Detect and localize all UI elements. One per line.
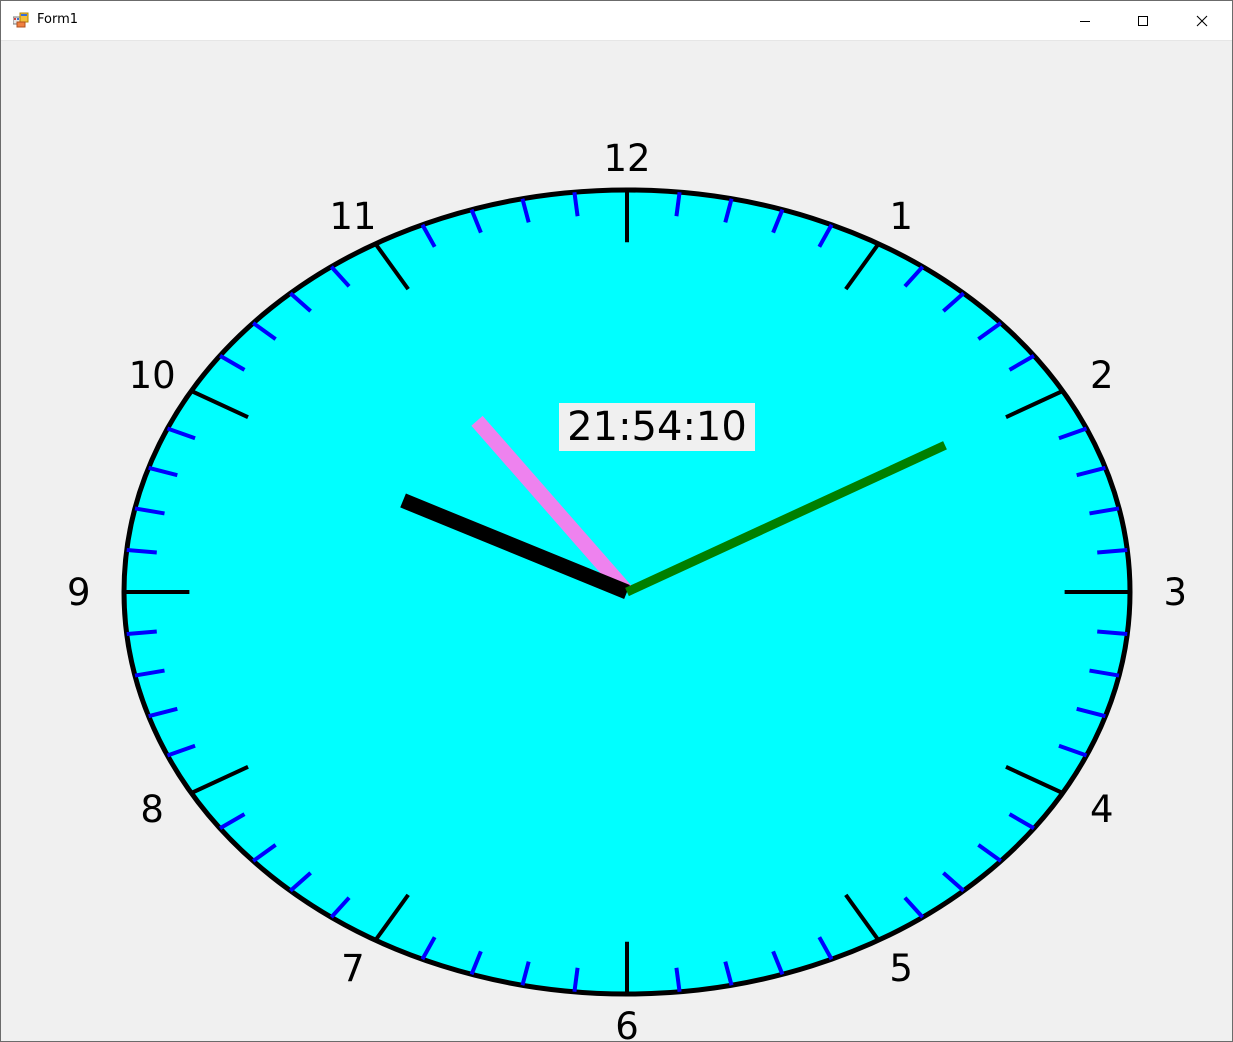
minute-tick [1097,547,1128,555]
clock-numeral: 11 [329,195,376,238]
winforms-app-icon [13,12,29,28]
clock-numeral: 7 [341,947,365,990]
minimize-icon [1080,20,1090,22]
maximize-icon [1138,15,1148,26]
minute-tick [126,547,157,555]
clock-numeral: 12 [603,137,650,180]
clock-numeral: 8 [140,788,164,831]
digital-time-label: 21:54:10 [567,404,747,450]
minute-tick [1097,629,1128,637]
close-button[interactable] [1173,1,1231,40]
clock-numeral: 1 [889,195,913,238]
maximize-button[interactable] [1114,1,1172,40]
digital-time-label-box: 21:54:10 [559,403,755,451]
analog-clock: 121234567891011 [67,137,1187,1041]
clock-numeral: 9 [67,571,91,614]
minute-tick [126,629,157,637]
clock-numeral: 3 [1163,571,1187,614]
clock-numeral: 5 [889,947,913,990]
clock-numeral: 4 [1090,788,1114,831]
title-bar[interactable]: Form1 [1,1,1232,41]
close-icon [1196,15,1208,26]
window-title: Form1 [37,12,79,27]
form-client-area: 12 1 2 3 4 5 6 7 8 9 10 11 21:54:10 [1,41,1232,1041]
form1-window: Form1 12 1 2 3 4 5 6 7 8 9 10 11 21:54:10 [0,0,1233,1042]
minimize-button[interactable] [1056,1,1114,40]
clock-numeral: 2 [1090,354,1114,397]
clock-numeral: 6 [615,1005,639,1041]
clock-numeral: 10 [129,354,176,397]
